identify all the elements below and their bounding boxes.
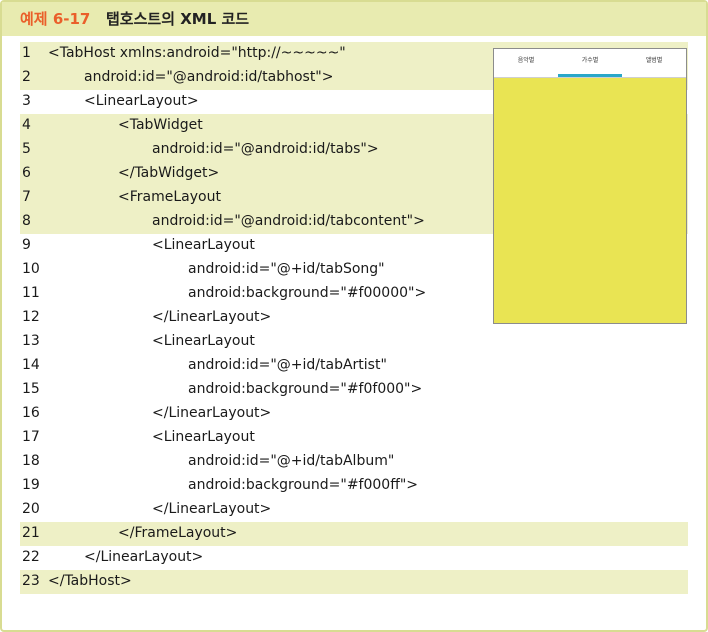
line-number: 3 xyxy=(22,93,31,109)
code-line: 19 android:background="#f000ff"> xyxy=(20,474,688,498)
code-text: <TabHost xmlns:android="http://~~~~~" xyxy=(48,45,346,61)
code-text: android:id="@+id/tabArtist" xyxy=(188,357,387,373)
line-number: 22 xyxy=(22,549,40,565)
line-number: 7 xyxy=(22,189,31,205)
line-number: 12 xyxy=(22,309,40,325)
tabhost-preview: 음악별 가수별 앨범별 xyxy=(493,48,687,324)
code-text: <LinearLayout xyxy=(152,237,255,253)
code-text: </FrameLayout> xyxy=(118,525,238,541)
code-text: android:id="@android:id/tabs"> xyxy=(152,141,379,157)
code-line: 17 <LinearLayout xyxy=(20,426,688,450)
example-number: 예제 6-17 xyxy=(20,10,91,28)
code-line: 20 </LinearLayout> xyxy=(20,498,688,522)
code-text: <LinearLayout> xyxy=(84,93,199,109)
line-number: 18 xyxy=(22,453,40,469)
code-text: android:background="#f00000"> xyxy=(188,285,427,301)
line-number: 20 xyxy=(22,501,40,517)
code-text: android:id="@+id/tabSong" xyxy=(188,261,385,277)
line-number: 4 xyxy=(22,117,31,133)
code-text: <TabWidget xyxy=(118,117,203,133)
line-number: 9 xyxy=(22,237,31,253)
line-number: 23 xyxy=(22,573,40,589)
code-text: </LinearLayout> xyxy=(152,501,272,517)
line-number: 13 xyxy=(22,333,40,349)
code-line: 16 </LinearLayout> xyxy=(20,402,688,426)
tab-album[interactable]: 앨범별 xyxy=(622,49,686,77)
tab-artist[interactable]: 가수별 xyxy=(558,49,622,77)
line-number: 10 xyxy=(22,261,40,277)
code-text: android:id="@android:id/tabhost"> xyxy=(84,69,334,85)
example-title: 탭호스트의 XML 코드 xyxy=(106,10,250,28)
line-number: 1 xyxy=(22,45,31,61)
example-header: 예제 6-17 탭호스트의 XML 코드 xyxy=(2,2,706,36)
line-number: 21 xyxy=(22,525,40,541)
code-text: </LinearLayout> xyxy=(152,405,272,421)
code-text: android:background="#f000ff"> xyxy=(188,477,419,493)
code-text: </TabHost> xyxy=(48,573,132,589)
code-text: android:background="#f0f000"> xyxy=(188,381,423,397)
line-number: 14 xyxy=(22,357,40,373)
line-number: 15 xyxy=(22,381,40,397)
line-number: 16 xyxy=(22,405,40,421)
code-line: 15 android:background="#f0f000"> xyxy=(20,378,688,402)
tab-music[interactable]: 음악별 xyxy=(494,49,558,77)
code-line: 22 </LinearLayout> xyxy=(20,546,688,570)
code-text: </TabWidget> xyxy=(118,165,220,181)
line-number: 17 xyxy=(22,429,40,445)
line-number: 2 xyxy=(22,69,31,85)
code-text: android:id="@android:id/tabcontent"> xyxy=(152,213,425,229)
code-line: 23 </TabHost> xyxy=(20,570,688,594)
code-line: 21 </FrameLayout> xyxy=(20,522,688,546)
line-number: 11 xyxy=(22,285,40,301)
code-line: 13 <LinearLayout xyxy=(20,330,688,354)
line-number: 6 xyxy=(22,165,31,181)
code-text: <LinearLayout xyxy=(152,429,255,445)
code-text: android:id="@+id/tabAlbum" xyxy=(188,453,395,469)
tab-bar: 음악별 가수별 앨범별 xyxy=(494,49,686,78)
code-line: 14 android:id="@+id/tabArtist" xyxy=(20,354,688,378)
code-text: </LinearLayout> xyxy=(84,549,204,565)
line-number: 5 xyxy=(22,141,31,157)
line-number: 19 xyxy=(22,477,40,493)
code-text: </LinearLayout> xyxy=(152,309,272,325)
example-box: 예제 6-17 탭호스트의 XML 코드 1 <TabHost xmlns:and… xyxy=(0,0,708,632)
code-line: 18 android:id="@+id/tabAlbum" xyxy=(20,450,688,474)
code-text: <LinearLayout xyxy=(152,333,255,349)
line-number: 8 xyxy=(22,213,31,229)
code-text: <FrameLayout xyxy=(118,189,221,205)
